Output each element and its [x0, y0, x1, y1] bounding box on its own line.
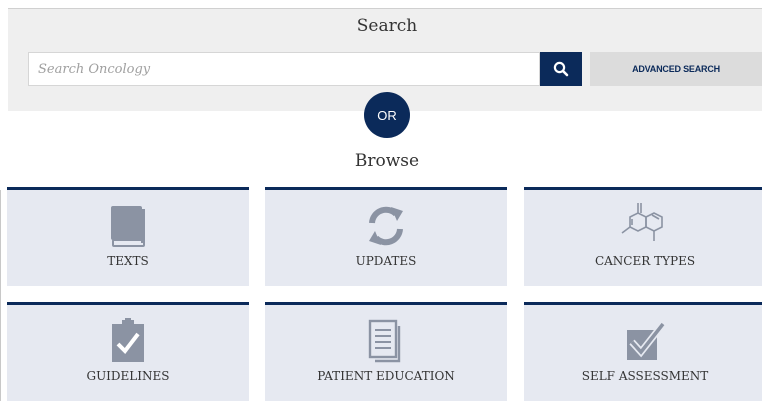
- refresh-icon: [369, 206, 403, 246]
- browse-tile-cancer-types[interactable]: CANCER TYPES: [524, 187, 762, 286]
- search-icon: [553, 61, 569, 77]
- browse-tile-updates[interactable]: UPDATES: [265, 187, 507, 286]
- checkbox-icon: [627, 321, 666, 360]
- browse-title: Browse: [354, 151, 420, 171]
- clipboard-check-icon: [112, 318, 144, 362]
- document-icon: [368, 319, 401, 363]
- search-title: Search: [356, 16, 418, 36]
- tile-label: PATIENT EDUCATION: [317, 369, 455, 383]
- tile-label: TEXTS: [107, 254, 149, 268]
- or-divider: OR: [364, 92, 410, 138]
- tile-label: CANCER TYPES: [594, 254, 696, 268]
- search-button[interactable]: [540, 52, 582, 86]
- browse-tile-self-assessment[interactable]: SELF ASSESSMENT: [524, 302, 762, 401]
- molecule-icon: [621, 203, 663, 241]
- advanced-search-button[interactable]: ADVANCED SEARCH: [590, 52, 762, 86]
- search-input[interactable]: [28, 52, 540, 86]
- browse-tile-texts[interactable]: TEXTS: [7, 187, 249, 286]
- browse-tile-patient-education[interactable]: PATIENT EDUCATION: [265, 302, 507, 401]
- browse-tile-guidelines[interactable]: GUIDELINES: [7, 302, 249, 401]
- book-icon: [111, 206, 145, 247]
- tile-label: GUIDELINES: [86, 369, 170, 383]
- tile-label: SELF ASSESSMENT: [581, 369, 709, 383]
- left-border: [0, 190, 1, 401]
- tile-label: UPDATES: [355, 254, 417, 268]
